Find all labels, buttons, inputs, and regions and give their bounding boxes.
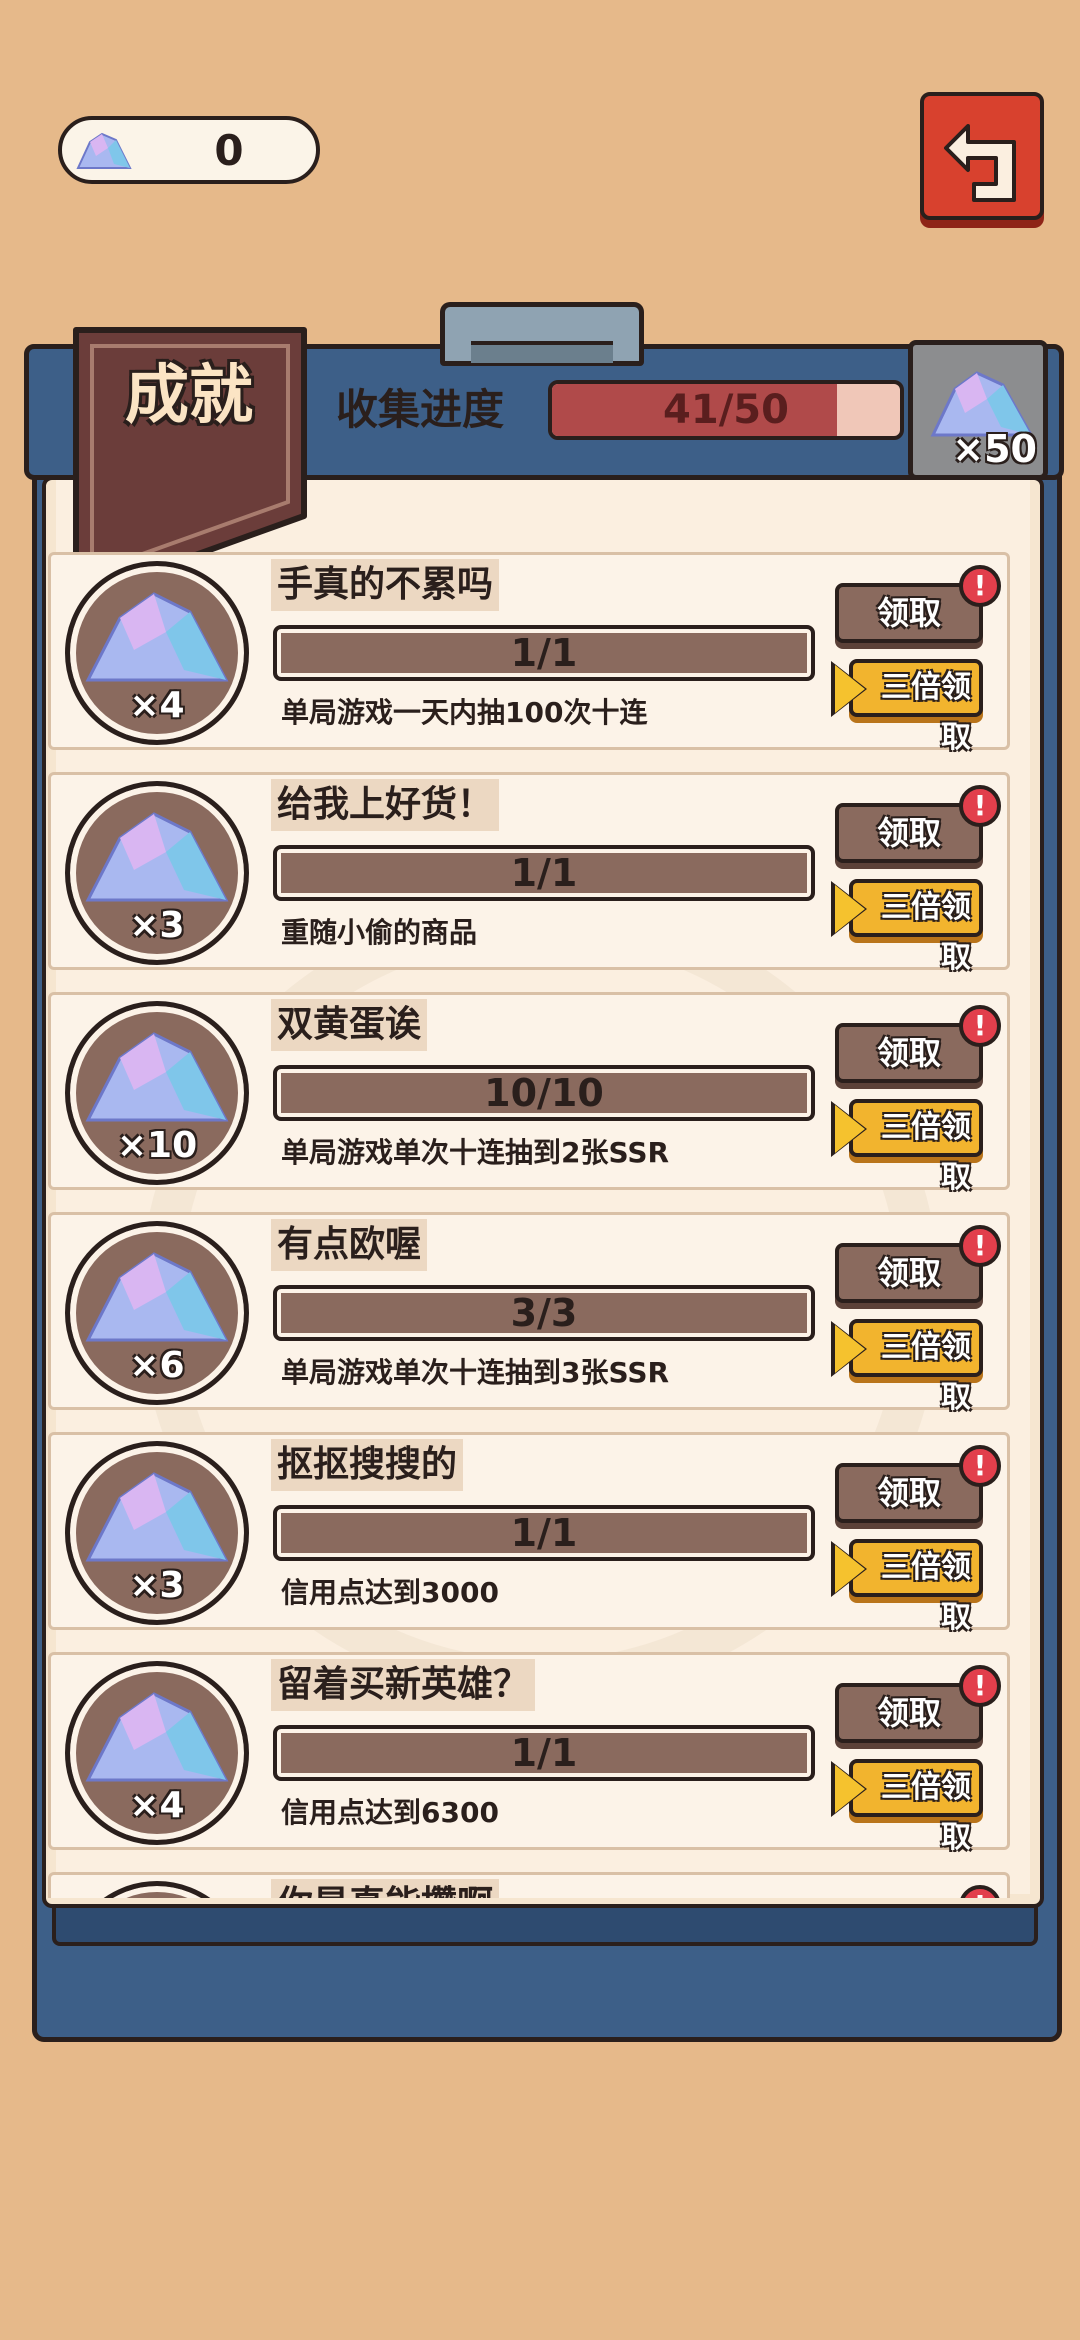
alert-badge: ! — [959, 565, 1001, 607]
triple-claim-button[interactable]: 三倍领取 — [831, 879, 985, 975]
page-title: 成就 — [125, 359, 253, 433]
achievement-description: 信用点达到6300 — [281, 1796, 499, 1829]
reward-medal: ×4 — [65, 1661, 249, 1845]
crystal-icon — [85, 1252, 229, 1342]
crystal-icon — [85, 1472, 229, 1562]
achievement-card: 你是真能攒啊 ! — [48, 1872, 1010, 1898]
achievement-progress-bar: 1/1 — [273, 845, 815, 901]
triple-claim-button[interactable]: 三倍领取 — [831, 1099, 985, 1195]
alert-badge: ! — [959, 1885, 1001, 1898]
achievement-progress-text: 1/1 — [510, 1731, 578, 1775]
triple-claim-button[interactable]: 三倍领取 — [831, 1319, 985, 1415]
reward-count: ×10 — [116, 1125, 198, 1166]
achievement-description: 重随小偷的商品 — [281, 916, 478, 949]
achievement-progress-text: 1/1 — [510, 631, 578, 675]
collection-progress-label: 收集进度 — [336, 385, 505, 434]
return-arrow-icon — [944, 124, 1016, 202]
achievement-description: 单局游戏单次十连抽到3张SSR — [281, 1356, 670, 1389]
achievement-description: 单局游戏单次十连抽到2张SSR — [281, 1136, 670, 1169]
achievement-title: 有点欧喔 — [271, 1219, 428, 1271]
achievement-progress-bar: 3/3 — [273, 1285, 815, 1341]
achievement-card: ×3 给我上好货！ 1/1 重随小偷的商品 领取 三倍领取 ! — [48, 772, 1010, 975]
achievement-description: 信用点达到3000 — [281, 1576, 499, 1609]
achievement-title: 留着买新英雄？ — [271, 1659, 536, 1711]
achievement-list[interactable]: ×4 手真的不累吗 1/1 单局游戏一天内抽100次十连 领取 三倍领取 ! ×… — [48, 552, 1012, 1898]
triple-claim-button[interactable]: 三倍领取 — [831, 1759, 985, 1855]
reward-medal: ×3 — [65, 1441, 249, 1625]
reward-quantity: ×50 — [952, 427, 1037, 471]
achievement-card: ×10 双黄蛋诶 10/10 单局游戏单次十连抽到2张SSR 领取 三倍领取 ! — [48, 992, 1010, 1195]
triple-claim-button[interactable]: 三倍领取 — [831, 659, 985, 755]
triple-claim-button[interactable]: 三倍领取 — [831, 1539, 985, 1635]
alert-badge: ! — [959, 1225, 1001, 1267]
reward-medal: ×6 — [65, 1221, 249, 1405]
triple-claim-label: 三倍领取 — [849, 1759, 983, 1855]
currency-display: 0 — [58, 116, 320, 184]
reward-count: ×6 — [129, 1345, 185, 1386]
alert-badge: ! — [959, 785, 1001, 827]
achievement-title: 抠抠搜搜的 — [271, 1439, 464, 1491]
alert-badge: ! — [959, 1005, 1001, 1047]
triple-claim-label: 三倍领取 — [849, 879, 983, 975]
achievement-card: ×4 手真的不累吗 1/1 单局游戏一天内抽100次十连 领取 三倍领取 ! — [48, 552, 1010, 755]
crystal-icon — [85, 1032, 229, 1122]
achievement-progress-text: 10/10 — [484, 1071, 604, 1115]
reward-medal — [65, 1881, 249, 1898]
reward-count: ×4 — [129, 685, 185, 726]
achievement-card: ×6 有点欧喔 3/3 单局游戏单次十连抽到3张SSR 领取 三倍领取 ! — [48, 1212, 1010, 1415]
crystal-icon — [85, 1692, 229, 1782]
reward-count: ×3 — [129, 1565, 185, 1606]
achievement-card: ×3 抠抠搜搜的 1/1 信用点达到3000 领取 三倍领取 ! — [48, 1432, 1010, 1635]
reward-count: ×4 — [129, 1785, 185, 1826]
achievement-progress-bar: 1/1 — [273, 625, 815, 681]
currency-value: 0 — [214, 126, 244, 175]
achievement-progress-text: 1/1 — [510, 851, 578, 895]
achievement-progress-bar: 1/1 — [273, 1725, 815, 1781]
achievement-title: 手真的不累吗 — [271, 559, 500, 611]
crystal-icon — [76, 132, 132, 169]
clipboard-clip — [440, 302, 644, 366]
collection-reward[interactable]: ×50 — [908, 340, 1048, 480]
achievement-title: 给我上好货！ — [271, 779, 500, 831]
achievement-progress-bar: 10/10 — [273, 1065, 815, 1121]
reward-medal: ×4 — [65, 561, 249, 745]
achievement-card: ×4 留着买新英雄？ 1/1 信用点达到6300 领取 三倍领取 ! — [48, 1652, 1010, 1855]
back-button[interactable] — [920, 92, 1044, 220]
crystal-icon — [85, 812, 229, 902]
collection-progress-text: 41/50 — [663, 387, 789, 433]
achievement-title: 你是真能攒啊 — [271, 1879, 500, 1898]
achievement-progress-text: 1/1 — [510, 1511, 578, 1555]
triple-claim-label: 三倍领取 — [849, 659, 983, 755]
achievement-progress-text: 3/3 — [510, 1291, 578, 1335]
crystal-icon — [85, 592, 229, 682]
alert-badge: ! — [959, 1445, 1001, 1487]
achievement-description: 单局游戏一天内抽100次十连 — [281, 696, 648, 729]
triple-claim-label: 三倍领取 — [849, 1099, 983, 1195]
reward-count: ×3 — [129, 905, 185, 946]
reward-medal: ×10 — [65, 1001, 249, 1185]
achievement-progress-bar: 1/1 — [273, 1505, 815, 1561]
reward-medal: ×3 — [65, 781, 249, 965]
triple-claim-label: 三倍领取 — [849, 1319, 983, 1415]
collection-progress-bar: 41/50 — [548, 380, 904, 440]
achievement-title: 双黄蛋诶 — [271, 999, 428, 1051]
triple-claim-label: 三倍领取 — [849, 1539, 983, 1635]
alert-badge: ! — [959, 1665, 1001, 1707]
